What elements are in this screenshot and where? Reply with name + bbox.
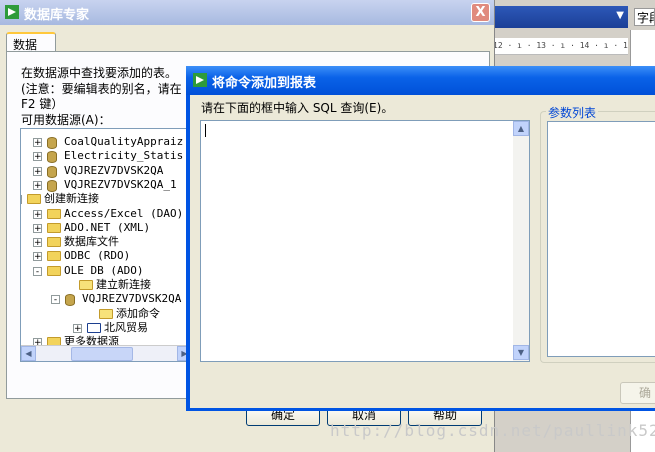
scroll-down-arrow-icon[interactable]: ▼	[513, 345, 529, 360]
database-icon	[47, 137, 57, 149]
expand-icon[interactable]: +	[33, 180, 42, 190]
tree-item-label: VQJREZV7DVSK2QA	[82, 292, 182, 306]
background-ruler: 12 · ı · 13 · ı · 14 · ı · 15 · ı	[493, 38, 628, 55]
sql-vertical-scrollbar[interactable]: ▲ ▼	[513, 121, 529, 361]
database-icon	[47, 151, 57, 164]
tree-item-label: VQJREZV7DVSK2QA_1	[64, 177, 177, 191]
new-connection-icon	[79, 280, 93, 290]
expand-icon[interactable]: +	[33, 223, 42, 233]
app-logo-icon	[5, 5, 19, 19]
tree-item-label: 创建新连接	[44, 192, 99, 206]
expand-icon[interactable]: +	[33, 252, 42, 262]
expand-icon[interactable]: +	[33, 238, 42, 248]
expand-icon[interactable]: +	[73, 323, 82, 333]
background-field-tab[interactable]: 字段	[634, 8, 655, 26]
data-source-tree[interactable]: + CoalQualityAppraiz + Electricity_Statis + V…	[20, 128, 195, 362]
background-toolbar: ▼	[493, 6, 628, 28]
folder-icon	[47, 237, 61, 248]
tree-horizontal-scrollbar[interactable]: ◀ ▶	[21, 345, 192, 361]
folder-icon	[27, 194, 41, 205]
folder-icon	[47, 208, 61, 219]
collapse-icon[interactable]: -	[33, 266, 42, 276]
database-icon	[65, 294, 75, 307]
collapse-icon[interactable]: -	[51, 295, 60, 305]
folder-icon	[47, 222, 61, 233]
app-logo-icon	[193, 73, 207, 87]
scroll-left-arrow-icon[interactable]: ◀	[21, 346, 36, 361]
folder-icon	[47, 251, 61, 262]
expand-icon[interactable]: +	[33, 166, 42, 176]
available-sources-label: 可用数据源(A)：	[21, 113, 111, 127]
tree-item-label: 数据库文件	[64, 235, 119, 249]
instruction-text: 在数据源中查找要添加的表。	[21, 66, 178, 80]
database-expert-title: 数据库专家	[24, 8, 90, 23]
front-ok-button[interactable]: 确定	[620, 382, 655, 404]
tree-item-label: CoalQualityAppraiz	[64, 135, 184, 148]
text-caret	[205, 124, 206, 137]
table-icon	[87, 322, 101, 333]
expand-icon[interactable]: +	[33, 138, 42, 148]
note-text-line2: F2 键）	[21, 97, 64, 111]
tree-item-label: Electricity_Statis	[64, 149, 184, 163]
parameter-list[interactable]	[547, 121, 655, 357]
tree-item-label: Access/Excel (DAO)	[64, 206, 184, 220]
expand-icon[interactable]: +	[33, 152, 42, 162]
database-icon	[47, 179, 57, 192]
sql-prompt-label: 请在下面的框中输入 SQL 查询(E)。	[201, 101, 394, 115]
scroll-thumb[interactable]	[71, 347, 133, 361]
tree-item-label: 建立新连接	[96, 278, 151, 291]
tree-item-label: VQJREZV7DVSK2QA	[64, 163, 164, 177]
close-button[interactable]: X	[471, 3, 490, 22]
collapse-icon[interactable]: -	[21, 195, 22, 205]
tree-item-label: 北风贸易	[104, 320, 148, 334]
add-command-icon	[99, 308, 113, 319]
database-icon	[47, 165, 57, 178]
add-command-title: 将命令添加到报表	[212, 76, 317, 91]
tree-item-label: OLE DB (ADO)	[64, 263, 144, 277]
tree-item-label: ADO.NET (XML)	[64, 220, 151, 234]
sql-query-input[interactable]	[200, 120, 530, 362]
tree-item-label: 添加命令	[116, 306, 160, 320]
tab-data[interactable]: 数据	[6, 32, 56, 52]
tree-item-label: ODBC (RDO)	[64, 249, 131, 263]
watermark: http://blog.csdn.net/paullink520	[330, 421, 655, 440]
dropdown-arrow-icon[interactable]: ▼	[616, 10, 624, 21]
scroll-up-arrow-icon[interactable]: ▲	[513, 121, 529, 136]
folder-icon	[47, 265, 61, 276]
expand-icon[interactable]: +	[33, 209, 42, 219]
parameter-list-label: 参数列表	[546, 104, 599, 121]
